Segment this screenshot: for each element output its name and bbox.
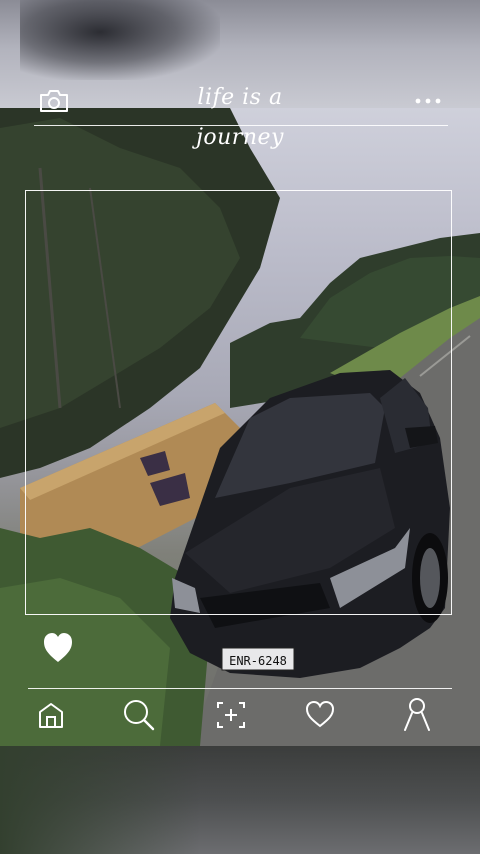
- heart-filled-icon[interactable]: [42, 628, 74, 664]
- profile-icon[interactable]: [402, 697, 432, 731]
- camera-icon[interactable]: [38, 88, 70, 114]
- bottom-blur-band: [0, 746, 480, 854]
- heart-icon[interactable]: [304, 700, 336, 728]
- post-caption-title: life is a journey: [196, 85, 284, 150]
- search-icon[interactable]: [122, 698, 156, 732]
- license-plate-text: ENR-6248: [229, 654, 287, 668]
- home-icon[interactable]: [36, 700, 66, 730]
- nav-divider: [28, 688, 452, 689]
- add-post-icon[interactable]: [215, 700, 247, 730]
- photo-frame: [25, 190, 452, 615]
- more-dots-icon[interactable]: [414, 96, 442, 106]
